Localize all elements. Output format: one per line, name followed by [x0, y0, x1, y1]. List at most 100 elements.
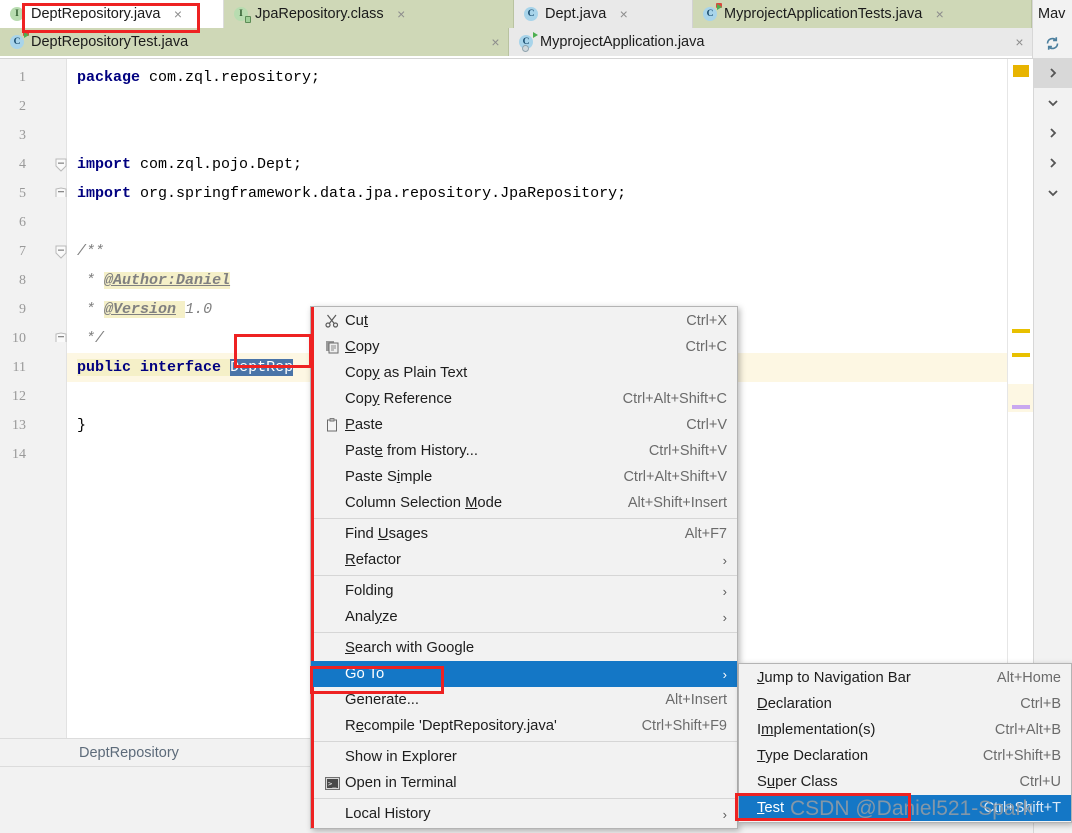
- menu-generate[interactable]: Generate... Alt+Insert: [311, 687, 737, 713]
- menu-open-in-terminal[interactable]: >_ Open in Terminal: [311, 770, 737, 796]
- code-line[interactable]: [67, 92, 1007, 121]
- code-line[interactable]: [67, 121, 1007, 150]
- run-badge-icon: [24, 32, 29, 38]
- editor-gutter[interactable]: 1 2 3 4 5 6 7 8 9 10 11 12 13 14: [0, 59, 67, 739]
- menu-item-shortcut: Ctrl+B: [1020, 696, 1061, 712]
- menu-item-shortcut: Ctrl+Alt+B: [994, 722, 1061, 738]
- menu-item-label: Copy as Plain Text: [345, 365, 468, 381]
- editor-context-menu[interactable]: Cut Ctrl+X Copy Ctrl+C Copy as Plain Text Cop…: [310, 306, 738, 829]
- menu-show-in-explorer[interactable]: Show in Explorer: [311, 744, 737, 770]
- menu-item-shortcut: Alt+Home: [996, 670, 1061, 686]
- tab-close-icon[interactable]: ×: [489, 34, 502, 50]
- code-fold-toggle-icon[interactable]: [55, 187, 67, 199]
- tab-label: MyprojectApplicationTests.java: [724, 5, 923, 22]
- editor-marker-strip[interactable]: [1007, 59, 1034, 739]
- marker-stripe[interactable]: [1012, 353, 1030, 357]
- menu-find-usages[interactable]: Find Usages Alt+F7: [311, 521, 737, 547]
- run-badge-icon: [717, 4, 722, 10]
- marker-stripe[interactable]: [1012, 405, 1030, 409]
- submenu-test[interactable]: Test Ctrl+Shift+T: [739, 795, 1071, 821]
- code-fold-toggle-icon[interactable]: [55, 158, 67, 172]
- menu-paste-simple[interactable]: Paste Simple Ctrl+Alt+Shift+V: [311, 464, 737, 490]
- lock-badge-icon: [245, 16, 251, 23]
- menu-item-label: Super Class: [757, 774, 838, 790]
- menu-item-label: Local History: [345, 806, 431, 822]
- menu-cut[interactable]: Cut Ctrl+X: [311, 308, 737, 334]
- run-badge-icon: [533, 32, 538, 38]
- menu-item-shortcut: Ctrl+Shift+F9: [641, 718, 727, 734]
- menu-item-label: Copy Reference: [345, 391, 452, 407]
- tab-close-icon[interactable]: ×: [933, 6, 946, 22]
- submenu-jump-to-navigation-bar[interactable]: Jump to Navigation Bar Alt+Home: [739, 665, 1071, 691]
- menu-item-shortcut: Ctrl+V: [686, 417, 727, 433]
- rpanel-expand-2[interactable]: [1034, 118, 1072, 148]
- menu-local-history[interactable]: Local History ›: [311, 801, 737, 827]
- menu-item-label: Recompile 'DeptRepository.java': [345, 718, 557, 734]
- tab-close-icon[interactable]: ×: [617, 6, 630, 22]
- menu-column-selection-mode[interactable]: Column Selection Mode Alt+Shift+Insert: [311, 490, 737, 516]
- menu-item-shortcut: Ctrl+Shift+V: [648, 443, 727, 459]
- line-number: 4: [19, 157, 26, 172]
- rpanel-expand-3[interactable]: [1034, 148, 1072, 178]
- scissors-icon: [325, 314, 345, 328]
- code-fold-toggle-icon[interactable]: [55, 332, 67, 344]
- menu-paste-from-history[interactable]: Paste from History... Ctrl+Shift+V: [311, 438, 737, 464]
- tab-label: Dept.java: [545, 5, 607, 22]
- menu-copy[interactable]: Copy Ctrl+C: [311, 334, 737, 360]
- maven-refresh-button[interactable]: [1032, 28, 1072, 58]
- maven-tool-window-label[interactable]: Mav: [1032, 0, 1072, 28]
- line-number: 8: [19, 273, 26, 288]
- editor-tab-jparepository-class[interactable]: I JpaRepository.class ×: [224, 0, 514, 28]
- menu-separator: [311, 798, 737, 799]
- menu-item-label: Show in Explorer: [345, 749, 457, 765]
- menu-recompile[interactable]: Recompile 'DeptRepository.java' Ctrl+Shif…: [311, 713, 737, 739]
- editor-tab-myprojectapplication-java[interactable]: C MyprojectApplication.java ×: [509, 28, 1033, 56]
- go-to-submenu[interactable]: Jump to Navigation Bar Alt+Home Declaratio…: [738, 663, 1072, 823]
- editor-tab-deptrepository-java[interactable]: I DeptRepository.java ×: [0, 0, 224, 28]
- spring-boot-class-icon: C: [519, 32, 538, 52]
- code-line[interactable]: import org.springframework.data.jpa.repo…: [67, 179, 1007, 208]
- menu-search-with-google[interactable]: Search with Google: [311, 635, 737, 661]
- terminal-icon: >_: [325, 776, 345, 790]
- tab-close-icon[interactable]: ×: [395, 6, 408, 22]
- tab-close-icon[interactable]: ×: [172, 6, 185, 22]
- editor-tab-deptrepositorytest-java[interactable]: C DeptRepositoryTest.java ×: [0, 28, 509, 56]
- menu-folding[interactable]: Folding ›: [311, 578, 737, 604]
- menu-paste[interactable]: Paste Ctrl+V: [311, 412, 737, 438]
- code-line[interactable]: /**: [67, 237, 1007, 266]
- menu-analyze[interactable]: Analyze ›: [311, 604, 737, 630]
- rpanel-collapse-2[interactable]: [1034, 178, 1072, 208]
- submenu-super-class[interactable]: Super Class Ctrl+U: [739, 769, 1071, 795]
- code-fold-toggle-icon[interactable]: [55, 245, 67, 259]
- submenu-implementations[interactable]: Implementation(s) Ctrl+Alt+B: [739, 717, 1071, 743]
- menu-copy-plain-text[interactable]: Copy as Plain Text: [311, 360, 737, 386]
- code-line[interactable]: [67, 208, 1007, 237]
- menu-refactor[interactable]: Refactor ›: [311, 547, 737, 573]
- code-line[interactable]: * @Author:Daniel: [67, 266, 1007, 295]
- chevron-down-icon: [1048, 100, 1058, 107]
- line-number: 9: [19, 302, 26, 317]
- rpanel-expand-1[interactable]: [1034, 58, 1072, 88]
- editor-tab-dept-java[interactable]: C Dept.java ×: [514, 0, 693, 28]
- menu-item-label: Copy: [345, 339, 380, 355]
- menu-item-label: Jump to Navigation Bar: [757, 670, 911, 686]
- menu-item-label: Paste Simple: [345, 469, 433, 485]
- editor-tab-myprojectapplicationtests-java[interactable]: C MyprojectApplicationTests.java ×: [693, 0, 1032, 28]
- menu-go-to[interactable]: Go To ›: [311, 661, 737, 687]
- code-line[interactable]: import com.zql.pojo.Dept;: [67, 150, 1007, 179]
- submenu-type-declaration[interactable]: Type Declaration Ctrl+Shift+B: [739, 743, 1071, 769]
- menu-separator: [311, 575, 737, 576]
- code-line[interactable]: package com.zql.repository;: [67, 63, 1007, 92]
- file-icon-letter: C: [524, 7, 538, 21]
- menu-separator: [311, 741, 737, 742]
- marker-stripe[interactable]: [1012, 329, 1030, 333]
- menu-item-label: Search with Google: [345, 640, 475, 656]
- tab-close-icon[interactable]: ×: [1013, 34, 1026, 50]
- marker-stripe[interactable]: [1013, 65, 1029, 77]
- chevron-right-icon: [1050, 68, 1057, 78]
- line-number: 14: [12, 447, 26, 462]
- submenu-chevron-icon: ›: [722, 666, 727, 682]
- submenu-declaration[interactable]: Declaration Ctrl+B: [739, 691, 1071, 717]
- rpanel-collapse-1[interactable]: [1034, 88, 1072, 118]
- menu-copy-reference[interactable]: Copy Reference Ctrl+Alt+Shift+C: [311, 386, 737, 412]
